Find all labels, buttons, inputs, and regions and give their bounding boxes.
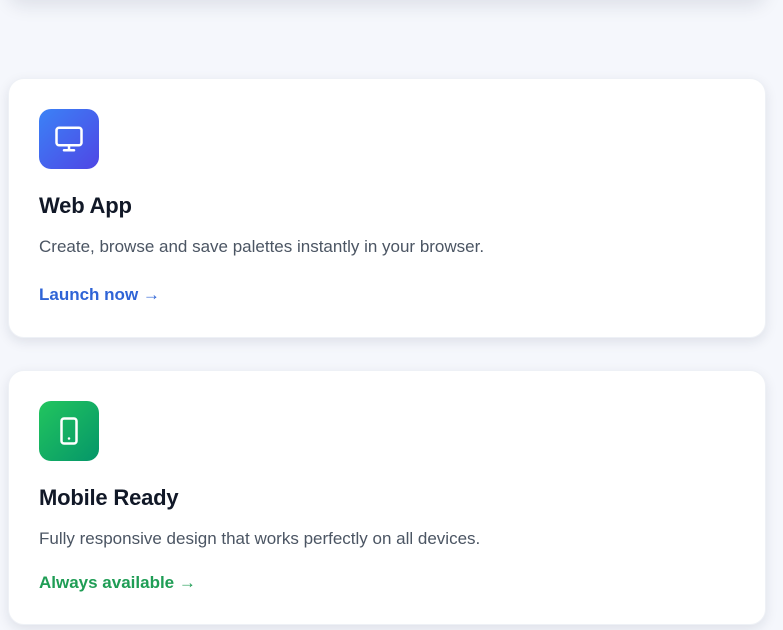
- card-title: Mobile Ready: [39, 485, 179, 510]
- card-title: Web App: [39, 193, 132, 218]
- feature-card-web-app: Web App Create, browse and save palettes…: [8, 78, 766, 338]
- always-available-link[interactable]: Always available →: [39, 573, 196, 593]
- card-description: Fully responsive design that works perfe…: [39, 529, 481, 548]
- feature-card-mobile-ready: Mobile Ready Fully responsive design tha…: [8, 370, 766, 625]
- smartphone-icon: [60, 417, 78, 445]
- launch-now-link[interactable]: Launch now →: [39, 285, 160, 305]
- card-description: Create, browse and save palettes instant…: [39, 237, 485, 256]
- monitor-icon: [55, 126, 83, 152]
- web-app-icon-badge: [39, 109, 99, 169]
- mobile-icon-badge: [39, 401, 99, 461]
